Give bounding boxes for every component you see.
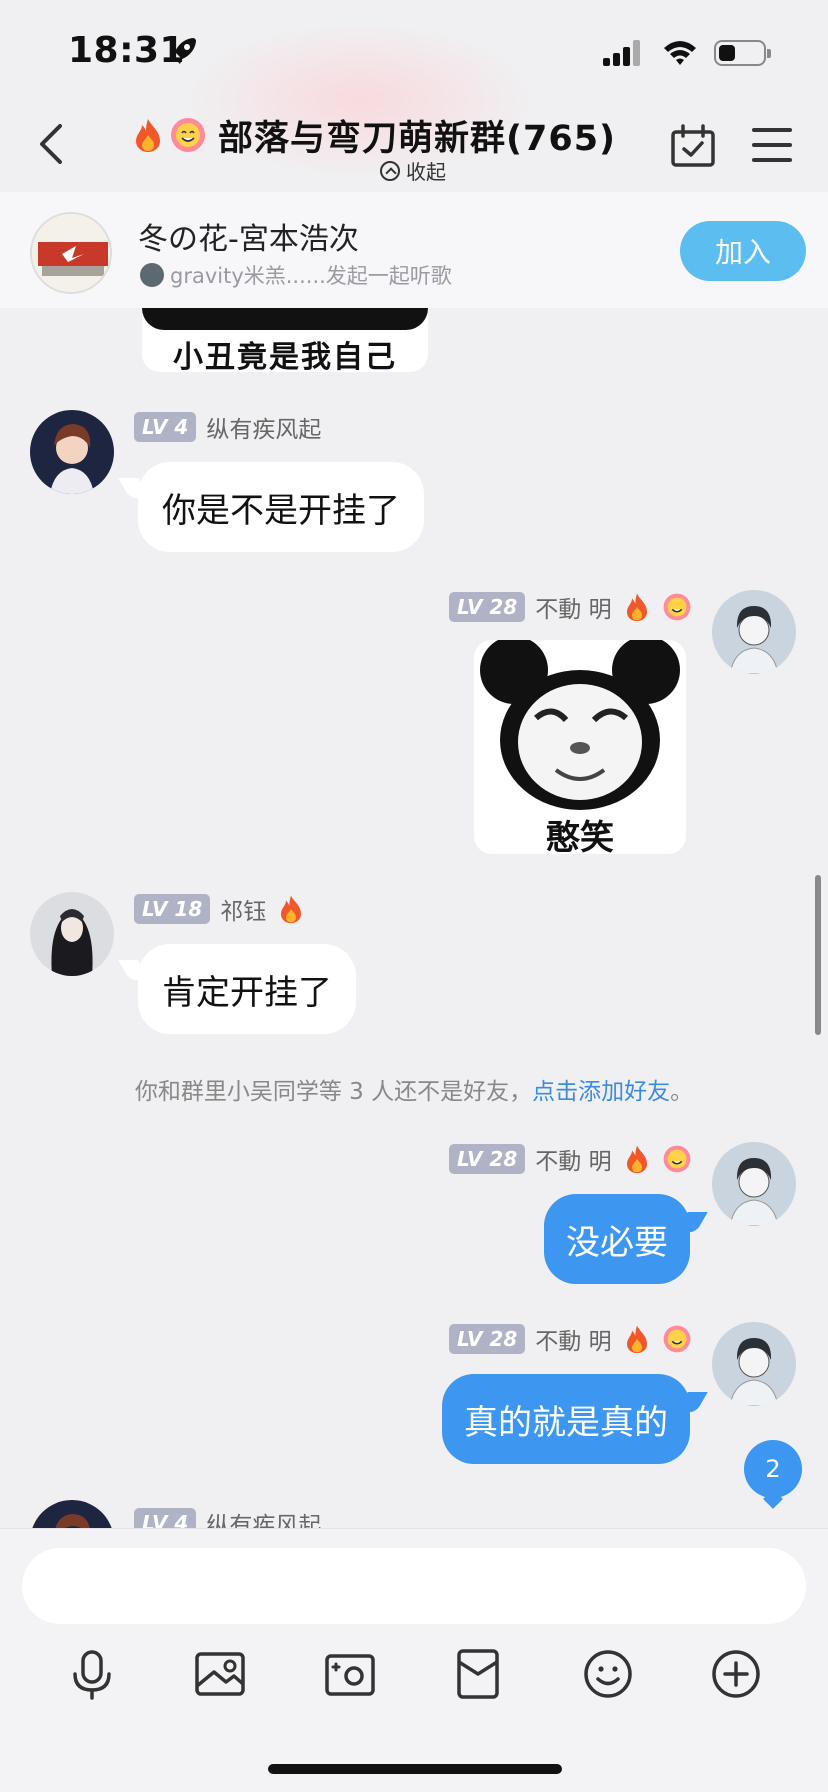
unread-count-badge[interactable]: 2 (744, 1440, 802, 1498)
wifi-icon (664, 41, 696, 65)
sender-name[interactable]: 纵有疾风起 (206, 1506, 321, 1528)
sticker-caption: 憨笑 (546, 818, 614, 854)
message-meta: LV 28 不動 明 (449, 1322, 692, 1356)
sticker-clown[interactable]: 小丑竟是我自己 (142, 308, 428, 372)
red-packet-icon[interactable] (450, 1646, 506, 1702)
message-meta: LV 4 纵有疾风起 (134, 1506, 321, 1528)
back-icon[interactable] (36, 122, 66, 166)
message-meta: LV 28 不動 明 (449, 1142, 692, 1176)
collapse-label: 收起 (406, 160, 446, 184)
calendar-check-icon[interactable] (670, 124, 716, 168)
emoji-icon[interactable] (580, 1646, 636, 1702)
sticker-caption: 小丑竟是我自己 (173, 340, 397, 372)
level-badge: LV 28 (449, 592, 526, 622)
level-badge: LV 18 (134, 894, 211, 924)
sender-name[interactable]: 不動 明 (535, 590, 611, 624)
avatar[interactable] (712, 1322, 796, 1406)
signal-icon (603, 40, 643, 66)
microphone-icon[interactable] (64, 1646, 120, 1702)
battery-icon (714, 40, 771, 66)
group-title[interactable]: 部落与弯刀萌新群(765) (128, 110, 648, 160)
image-icon[interactable] (192, 1646, 248, 1702)
camera-icon[interactable] (322, 1646, 378, 1702)
sender-name[interactable]: 不動 明 (535, 1142, 611, 1176)
fire-badge-icon (626, 1325, 647, 1354)
join-button[interactable]: 加入 (680, 221, 806, 281)
song-subtitle-text: gravity米羔......发起一起听歌 (170, 264, 452, 288)
collapse-button[interactable]: 收起 (380, 156, 446, 185)
smile-emoji-icon (168, 115, 208, 155)
sender-name[interactable]: 祁钰 (220, 892, 266, 926)
song-subtitle: gravity米羔......发起一起听歌 (140, 260, 452, 290)
sticker-panda[interactable]: 憨笑 (474, 640, 686, 854)
level-badge: LV 4 (134, 1508, 197, 1528)
fire-badge-icon (626, 593, 647, 622)
sender-name[interactable]: 不動 明 (535, 1322, 611, 1356)
message-meta: LV 4 纵有疾风起 (134, 410, 321, 444)
system-note-text: 你和群里小吴同学等 3 人还不是好友， (134, 1079, 533, 1105)
album-cover (30, 212, 112, 294)
message-bubble[interactable]: 肯定开挂了 (138, 944, 356, 1034)
avatar[interactable] (712, 590, 796, 674)
message-bubble[interactable]: 没必要 (544, 1194, 690, 1284)
level-badge: LV 28 (449, 1144, 526, 1174)
fire-emoji-icon (128, 115, 168, 155)
system-note-suffix: 。 (670, 1079, 694, 1105)
smile-badge-icon (663, 593, 690, 621)
panda-face-image (474, 640, 686, 810)
level-badge: LV 4 (134, 412, 197, 442)
home-indicator[interactable] (268, 1764, 562, 1774)
message-bubble[interactable]: 真的就是真的 (442, 1374, 690, 1464)
group-title-text: 部落与弯刀萌新群(765) (218, 118, 617, 159)
plus-icon[interactable] (708, 1646, 764, 1702)
message-meta: LV 18 祁钰 (134, 892, 306, 926)
message-meta: LV 28 不動 明 (449, 590, 692, 624)
message-input[interactable] (22, 1548, 806, 1624)
friend-system-note: 你和群里小吴同学等 3 人还不是好友，点击添加好友。 (0, 1072, 828, 1106)
rocket-icon (170, 38, 196, 64)
avatar[interactable] (30, 1500, 114, 1528)
host-avatar (140, 263, 164, 287)
song-title: 冬の花-宮本浩次 (138, 222, 359, 257)
partial-message: LV 4 纵有疾风起 (0, 1490, 828, 1528)
avatar[interactable] (30, 892, 114, 976)
message-bubble[interactable]: 你是不是开挂了 (138, 462, 424, 552)
level-badge: LV 28 (449, 1324, 526, 1354)
chevron-up-icon (380, 160, 400, 181)
menu-icon[interactable] (752, 128, 792, 164)
add-friend-link[interactable]: 点击添加好友 (532, 1079, 670, 1105)
smile-badge-icon (663, 1145, 690, 1173)
fire-badge-icon (626, 1145, 647, 1174)
avatar[interactable] (712, 1142, 796, 1226)
avatar[interactable] (30, 410, 114, 494)
sender-name[interactable]: 纵有疾风起 (206, 410, 321, 444)
fire-badge-icon (281, 895, 302, 924)
scrollbar[interactable] (815, 875, 821, 1035)
smile-badge-icon (663, 1325, 690, 1353)
